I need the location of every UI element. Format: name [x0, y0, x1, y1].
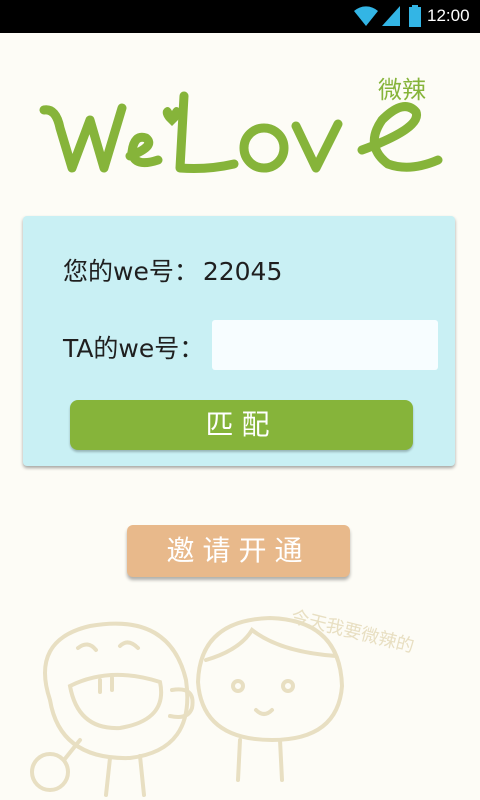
my-id-value: 22045 — [202, 257, 283, 286]
wifi-icon — [354, 6, 378, 26]
couple-illustration: 今天我要微辣的 — [30, 606, 416, 797]
match-card: 您的we号： 22045 TA的we号： 匹配 — [23, 216, 455, 466]
ta-id-input[interactable] — [212, 320, 438, 370]
ta-id-label: TA的we号： — [63, 334, 205, 363]
welove-logo: 微辣 — [39, 76, 443, 173]
logo-cn-text: 微辣 — [378, 76, 426, 104]
signal-icon — [382, 6, 400, 26]
invite-button[interactable]: 邀请开通 — [127, 525, 350, 577]
my-id-row: 您的we号： 22045 — [63, 252, 282, 288]
status-bar: 12:00 — [0, 0, 480, 33]
clock: 12:00 — [427, 6, 470, 25]
battery-icon — [409, 5, 421, 27]
match-button[interactable]: 匹配 — [70, 400, 413, 450]
illustration-caption: 今天我要微辣的 — [289, 606, 416, 657]
my-id-label: 您的we号： — [63, 257, 199, 286]
